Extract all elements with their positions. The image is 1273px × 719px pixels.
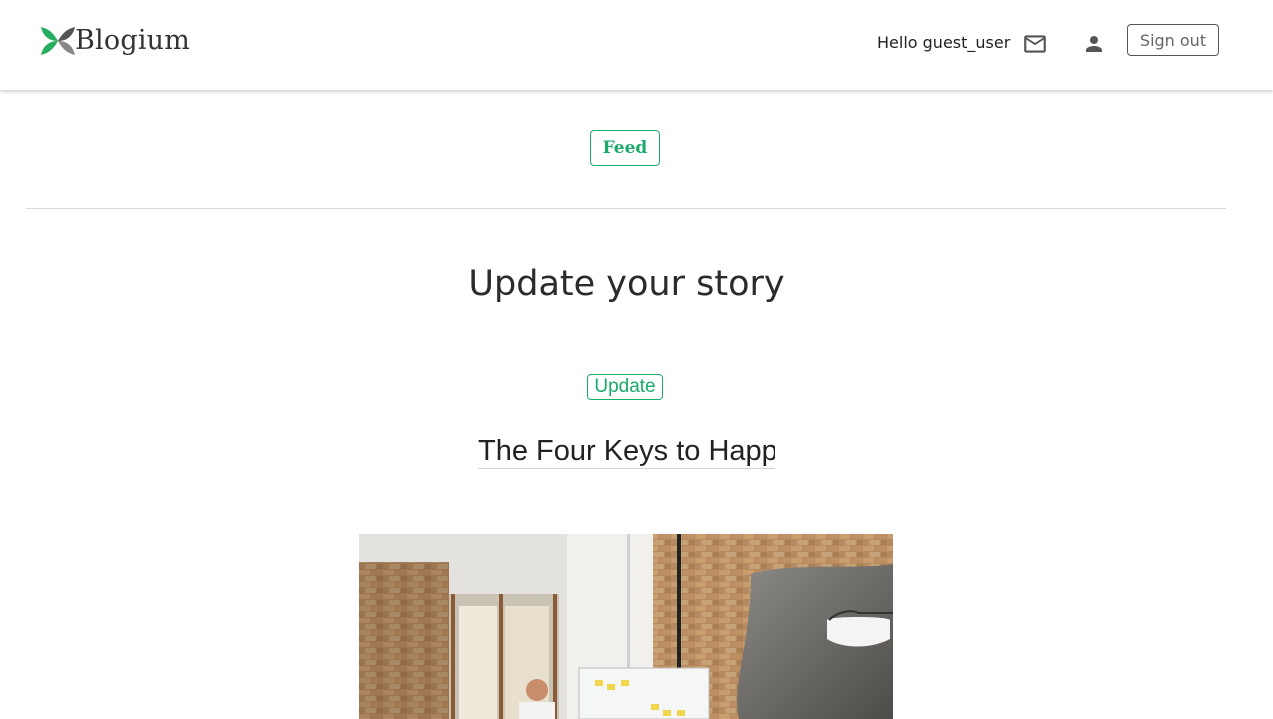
- story-title-input[interactable]: [478, 434, 775, 469]
- page-title: Update your story: [468, 264, 785, 304]
- sign-out-button[interactable]: Sign out: [1127, 24, 1219, 56]
- update-button[interactable]: Update: [587, 374, 663, 400]
- mail-icon[interactable]: [1022, 31, 1048, 57]
- leaf-logo-icon: [41, 27, 75, 55]
- top-header: Blogium Hello guest_user Sign out: [0, 0, 1273, 90]
- user-greeting: Hello guest_user: [877, 33, 1011, 52]
- brand-name: Blogium: [75, 25, 191, 56]
- person-icon[interactable]: [1082, 31, 1106, 57]
- feed-button[interactable]: Feed: [590, 130, 660, 166]
- brand-logo[interactable]: Blogium: [41, 24, 190, 58]
- story-cover-image: [359, 534, 893, 719]
- section-divider: [26, 208, 1226, 209]
